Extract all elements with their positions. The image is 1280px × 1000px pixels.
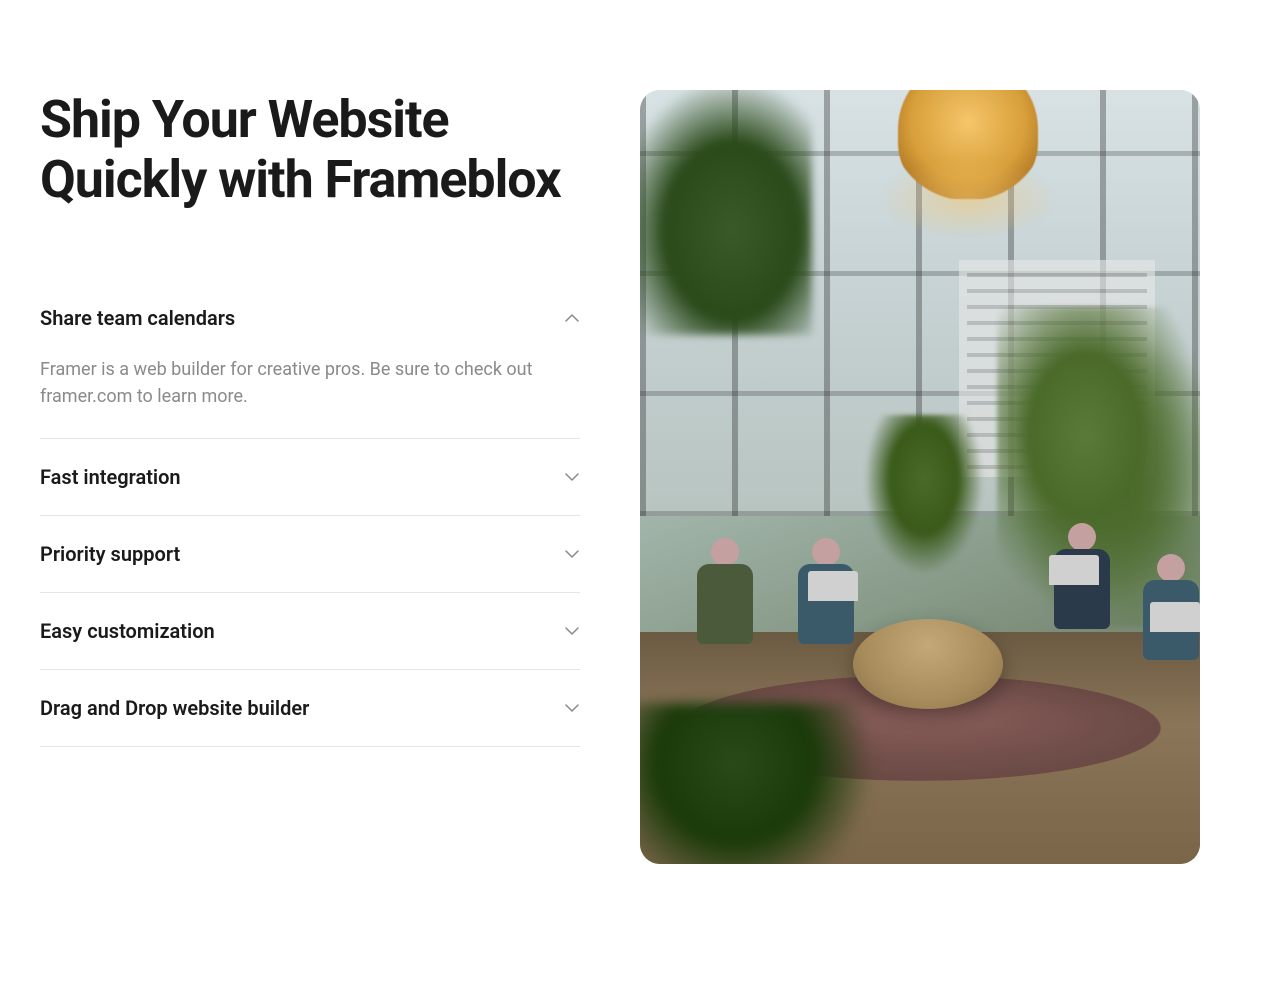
chevron-up-icon: [564, 310, 580, 326]
accordion-toggle-priority-support[interactable]: Priority support: [40, 516, 580, 592]
accordion-toggle-share-calendars[interactable]: Share team calendars: [40, 280, 580, 356]
chevron-down-icon: [564, 469, 580, 485]
accordion-title: Easy customization: [40, 619, 215, 643]
accordion-toggle-drag-drop-builder[interactable]: Drag and Drop website builder: [40, 670, 580, 746]
accordion-toggle-fast-integration[interactable]: Fast integration: [40, 439, 580, 515]
accordion-title: Share team calendars: [40, 306, 235, 330]
feature-accordion: Share team calendars Framer is a web bui…: [40, 280, 580, 747]
image-column: [640, 90, 1240, 864]
feature-section: Ship Your Website Quickly with Frameblox…: [0, 0, 1280, 904]
chevron-down-icon: [564, 623, 580, 639]
accordion-title: Drag and Drop website builder: [40, 696, 309, 720]
chevron-down-icon: [564, 700, 580, 716]
accordion-title: Priority support: [40, 542, 180, 566]
accordion-item-easy-customization: Easy customization: [40, 593, 580, 670]
accordion-body: Framer is a web builder for creative pro…: [40, 356, 580, 438]
accordion-item-priority-support: Priority support: [40, 516, 580, 593]
accordion-item-share-calendars: Share team calendars Framer is a web bui…: [40, 280, 580, 439]
accordion-item-drag-drop-builder: Drag and Drop website builder: [40, 670, 580, 747]
chevron-down-icon: [564, 546, 580, 562]
text-column: Ship Your Website Quickly with Frameblox…: [40, 90, 600, 747]
accordion-item-fast-integration: Fast integration: [40, 439, 580, 516]
accordion-title: Fast integration: [40, 465, 181, 489]
section-heading: Ship Your Website Quickly with Frameblox: [40, 90, 580, 210]
accordion-toggle-easy-customization[interactable]: Easy customization: [40, 593, 580, 669]
hero-image: [640, 90, 1200, 864]
